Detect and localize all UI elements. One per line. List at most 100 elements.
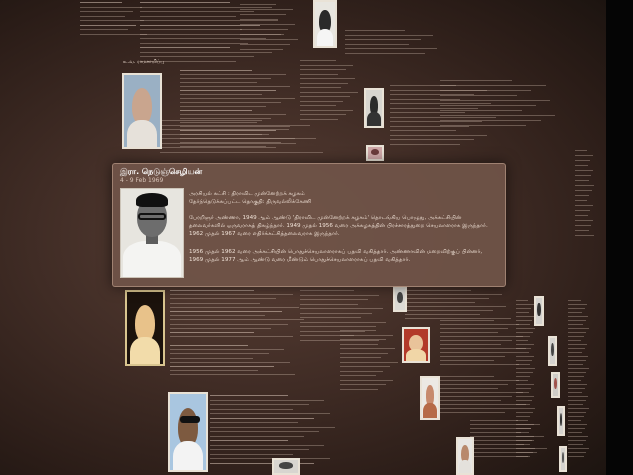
text-line [170,327,271,329]
text-line [405,294,502,295]
text-line [440,392,523,393]
text-line [80,29,128,30]
text-line [440,384,509,385]
text-line [170,298,277,300]
text-line [568,384,588,385]
portrait-thumbnail[interactable] [125,290,165,366]
text-line [210,408,294,410]
text-line [568,420,582,421]
portrait-thumbnail[interactable] [272,458,300,475]
text-line [568,340,582,341]
text-line [170,349,285,351]
portrait-thumbnail[interactable] [420,376,440,420]
text-line [140,51,272,53]
text-line [160,129,290,130]
text-line [140,2,230,3]
text-line [240,29,288,30]
text-line [180,70,252,71]
text-line [240,14,286,15]
text-line [170,302,260,304]
text-line [575,180,589,181]
portrait-thumbnail[interactable] [313,0,337,48]
text-line [240,24,296,25]
text-line [210,458,330,459]
text-line [440,360,494,361]
text-line [180,122,257,123]
text-line [160,151,324,153]
timeline-wall: உ.வ. ராமசாமிப்பு இரா. நெடுஞ்செழியன் 4 - … [0,0,606,475]
text-line [440,90,532,91]
right-border-strip [606,0,633,475]
text-line [568,380,582,381]
text-line [170,319,305,321]
text-line [568,376,584,377]
text-line [140,29,242,30]
text-line [180,118,272,119]
text-line [575,220,594,221]
text-line [568,396,589,397]
text-line [470,420,518,421]
text-line [440,80,512,81]
text-line [300,317,362,318]
text-line [170,357,254,359]
text-line [516,408,536,409]
text-line [405,302,476,303]
text-line [140,42,248,44]
portrait-thumbnail[interactable] [364,88,384,128]
portrait-thumbnail[interactable] [551,372,560,398]
portrait-thumbnail[interactable] [402,327,430,363]
text-line [440,120,541,121]
text-line [405,298,489,299]
portrait-thumbnail[interactable] [168,392,208,472]
text-line [575,165,588,166]
text-line [516,432,529,433]
text-line [575,185,595,186]
text-line [516,308,532,309]
text-line [300,64,353,66]
text-line [568,300,582,301]
portrait-thumbnail[interactable] [559,446,567,472]
text-line [210,395,288,396]
portrait-thumbnail[interactable] [366,145,384,161]
portrait-thumbnail[interactable] [122,73,162,149]
text-line [575,190,592,191]
text-line [390,139,474,140]
text-line [440,332,498,333]
text-line [575,160,591,161]
text-line [390,121,483,122]
text-line [240,49,284,50]
text-line [440,412,505,413]
text-line [516,312,529,313]
text-line [180,90,276,91]
text-line [405,314,480,315]
portrait-thumbnail[interactable] [548,336,557,366]
text-line [345,30,405,31]
portrait-thumbnail[interactable] [534,296,544,326]
text-line [170,336,294,338]
text-line [345,34,433,36]
text-line [210,449,309,450]
text-line [575,200,587,201]
text-line [340,370,384,372]
portrait-thumbnail[interactable] [557,406,565,436]
text-line [568,312,583,313]
portrait-thumbnail[interactable] [393,286,407,312]
text-line [568,304,588,305]
text-line [240,9,293,10]
text-line [575,170,594,171]
text-line [440,376,494,377]
text-line [80,15,125,17]
text-line [80,33,148,35]
text-line [440,85,546,86]
portrait-thumbnail[interactable] [456,437,474,475]
text-line [516,332,533,333]
text-line [340,339,386,340]
text-line [440,125,527,126]
text-line [575,225,591,226]
text-line [568,436,589,437]
text-line [300,91,358,93]
text-line [516,416,531,417]
text-line [390,143,461,145]
text-line [340,379,393,381]
chief-minister-info-card[interactable]: இரா. நெடுஞ்செழியன் 4 - 9 Feb 1969 அரசியல… [112,163,506,287]
